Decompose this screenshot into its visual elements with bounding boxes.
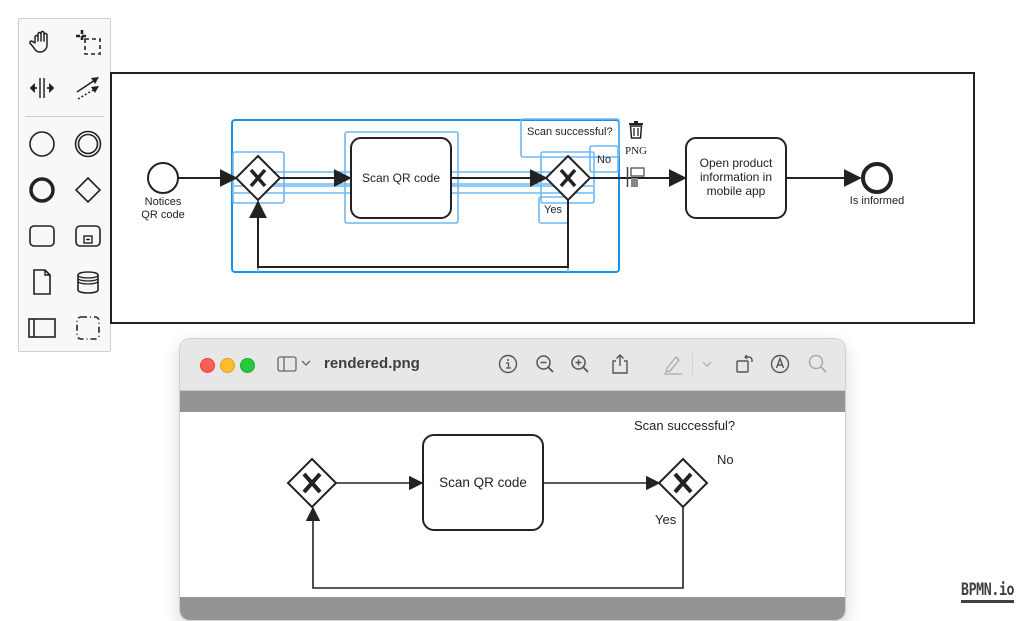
rotate-icon[interactable]	[734, 353, 756, 375]
start-event-notices-qr-code[interactable]	[147, 162, 179, 194]
preview-titlebar: rendered.png	[180, 339, 845, 391]
markup-pen-icon[interactable]	[662, 353, 684, 375]
task-open-product-information[interactable]: Open product information in mobile app	[685, 137, 787, 219]
flow-label-no: No	[597, 154, 611, 166]
preview-label-no: No	[717, 452, 734, 467]
preview-gateway-merge	[286, 457, 338, 509]
annotate-icon[interactable]	[769, 353, 791, 375]
context-pad-delete[interactable]	[629, 121, 643, 139]
pool[interactable]	[110, 72, 975, 324]
task-label: Scan QR code	[362, 171, 440, 185]
end-event-is-informed[interactable]	[861, 162, 893, 194]
share-icon[interactable]	[609, 353, 631, 375]
svg-text:Scan QR code: Scan QR code	[439, 475, 527, 490]
preview-gateway-scan-successful	[657, 457, 709, 509]
sidebar-icon[interactable]	[277, 355, 299, 377]
task-scan-qr-code[interactable]: Scan QR code	[350, 137, 452, 219]
preview-gateway-question: Scan successful?	[634, 418, 735, 433]
preview-label-yes: Yes	[655, 512, 677, 527]
start-event-label: Notices QR code	[141, 196, 184, 221]
context-pad-export-png[interactable]: PNG	[625, 145, 647, 157]
info-icon[interactable]	[497, 353, 519, 375]
zoom-out-icon[interactable]	[534, 353, 556, 375]
zoom-button[interactable]	[240, 358, 255, 373]
close-button[interactable]	[200, 358, 215, 373]
image-margin-bottom	[180, 597, 845, 620]
rendered-image: Scan QR code Scan successful? No Yes	[180, 412, 845, 597]
gateway-question-label: Scan successful?	[527, 126, 613, 138]
window-title: rendered.png	[324, 355, 420, 372]
toolbar-divider	[692, 353, 693, 375]
preview-window: rendered.png Scan QR code Scan successfu…	[180, 339, 845, 620]
end-event-label: Is informed	[850, 195, 904, 207]
zoom-in-icon[interactable]	[569, 353, 591, 375]
search-icon[interactable]	[807, 353, 829, 375]
chevron-down-icon[interactable]	[702, 360, 724, 382]
task-label: Open product information in mobile app	[700, 156, 773, 198]
preview-task-scan-qr-code: Scan QR code	[422, 434, 544, 531]
bpmn-io-watermark[interactable]: BPMN.io	[961, 582, 1015, 603]
chevron-down-icon[interactable]	[301, 359, 323, 381]
flow-label-yes: Yes	[544, 204, 562, 216]
image-margin-top	[180, 391, 845, 412]
trash-icon	[629, 121, 643, 139]
bpmn-canvas[interactable]: Notices QR code Scan QR code Scan success…	[0, 0, 1031, 340]
minimize-button[interactable]	[220, 358, 235, 373]
